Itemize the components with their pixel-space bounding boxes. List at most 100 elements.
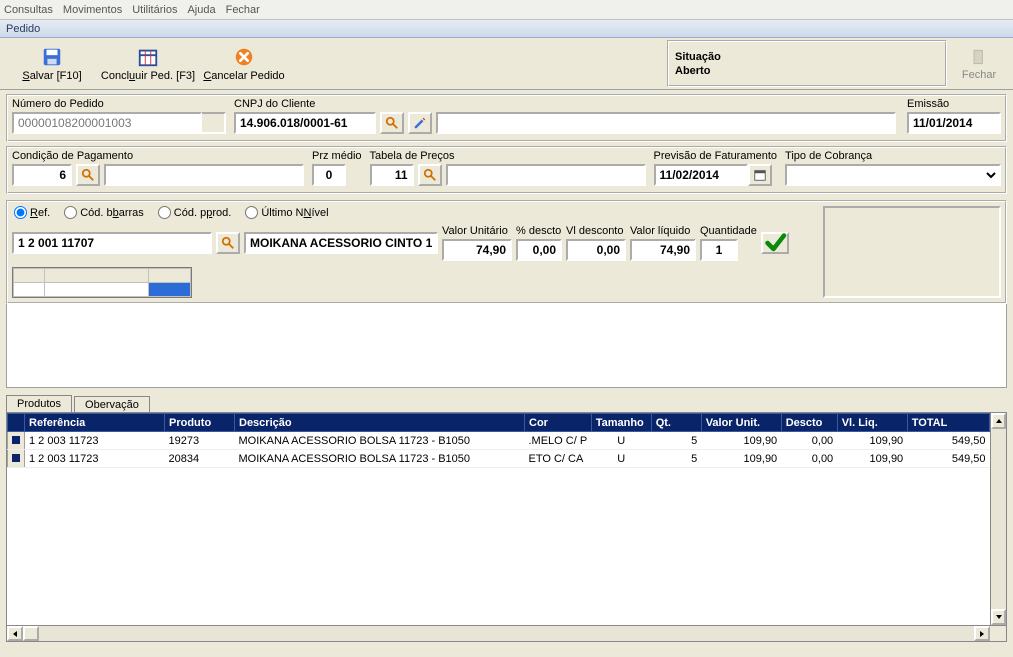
calendar-icon: [137, 46, 159, 68]
tab-body: Referência Produto Descrição Cor Tamanho…: [6, 412, 1007, 642]
grid-hscroll[interactable]: [7, 625, 1006, 641]
grid-vscroll[interactable]: [990, 413, 1006, 625]
search-mode-radios: Ref. Cód. bbarras Cód. pprod. Último NNí…: [12, 206, 817, 219]
search-icon: [221, 236, 235, 250]
cancel-button[interactable]: Cancelar Pedido: [198, 40, 290, 87]
przmedio-input: [312, 164, 346, 186]
blank-area: [6, 304, 1007, 388]
tabela-desc: [446, 164, 646, 186]
hdr-descto[interactable]: Descto: [781, 414, 837, 432]
vd-label: Vl desconto: [566, 225, 623, 237]
cnpj-search-button[interactable]: [380, 112, 404, 134]
chevron-down-icon: [995, 613, 1003, 621]
qt-label: Quantidade: [700, 225, 757, 237]
chevron-up-icon: [995, 417, 1003, 425]
scroll-left-button[interactable]: [7, 626, 23, 641]
close-label: Fechar: [962, 69, 996, 81]
hdr-vliq[interactable]: Vl. Liq.: [837, 414, 907, 432]
product-search-button[interactable]: [216, 232, 240, 254]
close-button: Fechar: [951, 40, 1007, 87]
cond-desc: [104, 164, 304, 186]
previsao-input[interactable]: [654, 164, 748, 186]
emissao-label: Emissão: [907, 98, 1001, 110]
cobranca-label: Tipo de Cobrança: [785, 150, 1001, 162]
menu-consultas[interactable]: Consultas: [4, 4, 53, 16]
cancel-icon: [233, 46, 255, 68]
tab-observacao[interactable]: Obervação: [74, 396, 150, 413]
cond-label: Condição de Pagamento: [12, 150, 304, 162]
hdr-ref[interactable]: Referência: [25, 414, 165, 432]
calendar-small-icon: [753, 168, 767, 182]
hdr-desc[interactable]: Descrição: [235, 414, 525, 432]
hdr-total[interactable]: TOTAL: [907, 414, 989, 432]
scroll-up-button[interactable]: [991, 413, 1006, 429]
tab-produtos[interactable]: Produtos: [6, 395, 72, 413]
search-icon: [423, 168, 437, 182]
status-label: Situação: [675, 51, 939, 63]
hscroll-thumb[interactable]: [23, 626, 39, 641]
window-title: Pedido: [0, 20, 1013, 38]
radio-ref[interactable]: Ref.: [14, 206, 50, 219]
product-desc: [244, 232, 438, 254]
tabela-label: Tabela de Preços: [370, 150, 646, 162]
edit-icon: [413, 116, 427, 130]
cnpj-edit-button[interactable]: [408, 112, 432, 134]
hdr-vu[interactable]: Valor Unit.: [701, 414, 781, 432]
cond-input[interactable]: [12, 164, 72, 186]
menu-fechar[interactable]: Fechar: [226, 4, 260, 16]
hdr-qt[interactable]: Qt.: [651, 414, 701, 432]
tabela-input[interactable]: [370, 164, 414, 186]
save-icon: [41, 46, 63, 68]
vl-input[interactable]: [630, 239, 696, 261]
status-value: Aberto: [675, 65, 939, 77]
hdr-tam[interactable]: Tamanho: [591, 414, 651, 432]
variant-grid[interactable]: [12, 267, 192, 298]
numero-input[interactable]: [12, 112, 202, 134]
check-icon: [763, 231, 787, 255]
cnpj-label: CNPJ do Cliente: [234, 98, 896, 110]
vd-input[interactable]: [566, 239, 626, 261]
vu-label: Valor Unitário: [442, 225, 508, 237]
qt-input[interactable]: [700, 239, 738, 261]
table-row[interactable]: 1 2 003 1172320834MOIKANA ACESSORIO BOLS…: [8, 450, 990, 468]
previsao-label: Previsão de Faturamento: [654, 150, 778, 162]
toolbar: Salvar [F10] Concluuir Ped. [F3] Cancela…: [0, 38, 1013, 90]
pd-input[interactable]: [516, 239, 562, 261]
search-icon: [385, 116, 399, 130]
menubar: Consultas Movimentos Utilitários Ajuda F…: [0, 0, 1013, 20]
menu-ajuda[interactable]: Ajuda: [187, 4, 215, 16]
hdr-prod[interactable]: Produto: [165, 414, 235, 432]
tabs: Produtos Obervação Referência Produto De…: [6, 394, 1007, 642]
products-grid[interactable]: Referência Produto Descrição Cor Tamanho…: [7, 413, 990, 641]
confirm-item-button[interactable]: [761, 232, 789, 254]
cond-search-button[interactable]: [76, 164, 100, 186]
form-row-1: Número do Pedido CNPJ do Cliente Emissão: [6, 94, 1007, 142]
table-row[interactable]: 1 2 003 1172319273MOIKANA ACESSORIO BOLS…: [8, 432, 990, 450]
cliente-name: [436, 112, 896, 134]
scroll-right-button[interactable]: [974, 626, 990, 641]
cnpj-input[interactable]: [234, 112, 376, 134]
chevron-right-icon: [978, 630, 986, 638]
previsao-calendar-button[interactable]: [748, 164, 772, 186]
radio-barras[interactable]: Cód. bbarras: [64, 206, 144, 219]
menu-utilitarios[interactable]: Utilitários: [132, 4, 177, 16]
save-button[interactable]: Salvar [F10]: [6, 40, 98, 87]
search-icon: [81, 168, 95, 182]
save-label: Salvar [F10]: [22, 70, 81, 82]
hdr-cor[interactable]: Cor: [525, 414, 592, 432]
scroll-down-button[interactable]: [991, 609, 1006, 625]
status-box: Situação Aberto: [667, 40, 947, 87]
vu-input[interactable]: [442, 239, 512, 261]
tabela-search-button[interactable]: [418, 164, 442, 186]
product-code-input[interactable]: [12, 232, 212, 254]
cobranca-select[interactable]: [785, 164, 1001, 186]
radio-prod[interactable]: Cód. pprod.: [158, 206, 232, 219]
conclude-button[interactable]: Concluuir Ped. [F3]: [102, 40, 194, 87]
menu-movimentos[interactable]: Movimentos: [63, 4, 122, 16]
door-icon: [969, 47, 989, 67]
numero-addon: [202, 112, 226, 134]
numero-label: Número do Pedido: [12, 98, 226, 110]
radio-nivel[interactable]: Último NNível: [245, 206, 328, 219]
emissao-input[interactable]: [907, 112, 1001, 134]
przmedio-label: Prz médio: [312, 150, 362, 162]
